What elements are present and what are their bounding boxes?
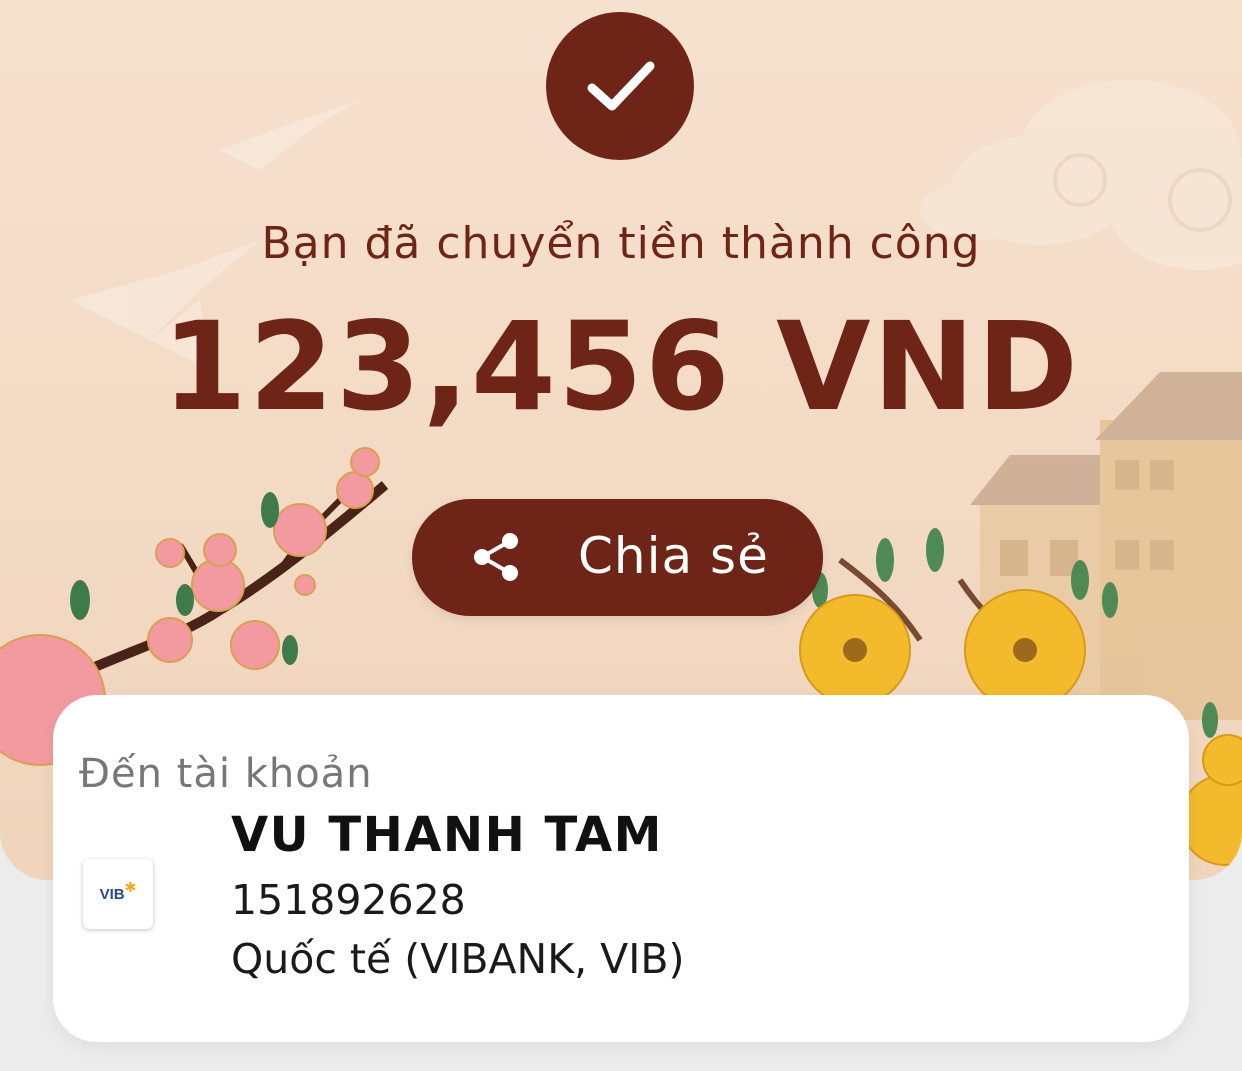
bank-logo-text: VIB [99, 885, 125, 903]
bank-logo-star-icon: ✱ [124, 880, 137, 896]
checkmark-icon [587, 61, 655, 111]
success-message: Bạn đã chuyển tiền thành công [261, 218, 981, 269]
share-button-label: Chia sẻ [578, 527, 769, 585]
share-icon [474, 533, 518, 581]
recipient-card: Đến tài khoản VIB ✱ VU THANH TAM 15189262… [53, 695, 1189, 1042]
success-status-badge [546, 12, 694, 160]
bank-logo: VIB ✱ [83, 859, 153, 929]
share-button[interactable]: Chia sẻ [412, 499, 823, 616]
account-number: 151892628 [231, 876, 466, 924]
recipient-caption: Đến tài khoản [79, 751, 373, 797]
recipient-name: VU THANH TAM [231, 807, 663, 863]
transfer-amount: 123,456 VND [162, 296, 1080, 438]
bank-name: Quốc tế (VIBANK, VIB) [231, 935, 685, 983]
transfer-success-screen: Bạn đã chuyển tiền thành công 123,456 VN… [0, 0, 1242, 1071]
